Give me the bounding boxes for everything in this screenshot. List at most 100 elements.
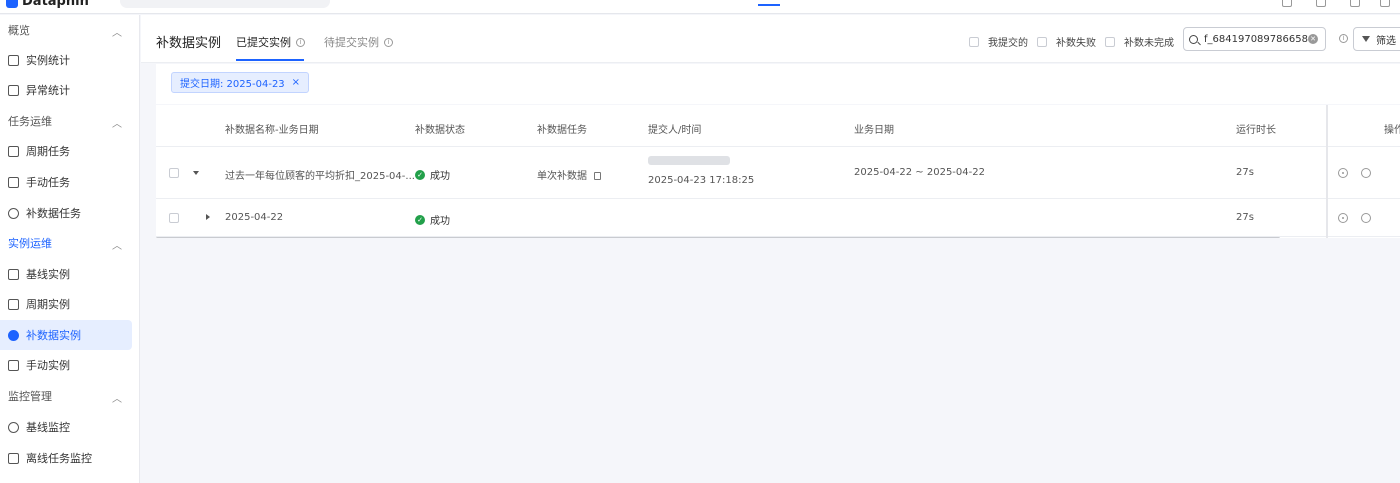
info-icon[interactable]: i (384, 37, 393, 47)
sidebar-group-overview[interactable]: 概览 ︿ (0, 15, 140, 45)
notification-icon[interactable] (1316, 0, 1326, 7)
row-checkbox[interactable] (169, 213, 179, 223)
project-selector[interactable] (120, 0, 330, 8)
sidebar-item-manual-instances[interactable]: 手动实例 (0, 350, 132, 380)
submit-date-filter-tag[interactable]: 提交日期: 2025-04-23 × (171, 72, 310, 93)
help-icon[interactable] (1282, 0, 1292, 7)
expand-caret-icon[interactable] (193, 171, 199, 175)
tab-submitted-instances[interactable]: 已提交实例 i (236, 34, 305, 50)
sidebar-item-label: 周期实例 (26, 298, 70, 311)
stop-action-icon[interactable] (1338, 168, 1348, 178)
backfill-name[interactable]: 过去一年每位顾客的平均折扣_2025-04-... (225, 167, 415, 182)
sidebar-item-instance-stats[interactable]: 实例统计 (0, 45, 132, 75)
column-header-duration: 运行时长 (1236, 125, 1276, 136)
top-bar: Dataphin (0, 0, 1400, 14)
sidebar-group-label: 任务运维 (8, 115, 52, 128)
submit-time: 2025-04-23 17:18:25 (648, 175, 755, 186)
document-icon[interactable] (594, 172, 601, 180)
cycle-icon (8, 298, 19, 310)
backfill-icon (8, 207, 19, 219)
row-checkbox[interactable] (169, 168, 179, 178)
filter-backfill-incomplete[interactable]: 补数未完成 (1105, 34, 1174, 49)
active-tab-indicator (236, 59, 304, 61)
sidebar-item-label: 补数据实例 (26, 329, 81, 342)
offline-monitor-icon (8, 452, 19, 464)
filter-backfill-failed[interactable]: 补数失败 (1037, 34, 1096, 49)
info-icon[interactable]: i (296, 37, 305, 47)
main-header: 补数据实例 已提交实例 i 待提交实例 i 我提交的 补数失败 补数未完成 ✕ … (141, 15, 1400, 63)
manual-icon (8, 176, 19, 188)
sidebar-group-instance-ops[interactable]: 实例运维 ︿ (0, 228, 140, 258)
sidebar-item-backfill-instances[interactable]: 补数据实例 (0, 320, 132, 350)
top-nav-item-1[interactable] (666, 0, 688, 6)
sidebar-group-task-ops[interactable]: 任务运维 ︿ (0, 106, 140, 136)
sidebar-item-backfill-tasks[interactable]: 补数据任务 (0, 198, 132, 228)
chevron-up-icon: ︿ (112, 119, 122, 130)
rerun-action-icon[interactable] (1361, 168, 1371, 178)
table-row: 2025-04-22 ✓ 成功 27s (156, 199, 1400, 237)
expand-caret-icon[interactable] (206, 214, 210, 220)
biz-date-range: 2025-04-22 ~ 2025-04-22 (854, 167, 985, 178)
filter-my-submissions[interactable]: 我提交的 (969, 34, 1028, 49)
tab-label: 待提交实例 (324, 36, 379, 49)
sidebar-item-cycle-instances[interactable]: 周期实例 (0, 289, 132, 319)
sidebar-group-label: 实例运维 (8, 237, 52, 250)
column-header-submitter: 提交人/时间 (648, 125, 702, 136)
sidebar-item-label: 基线监控 (26, 421, 70, 434)
sidebar-item-exception-stats[interactable]: 异常统计 (0, 75, 132, 105)
backfill-instance-table: 补数据名称-业务日期 补数据状态 补数据任务 提交人/时间 业务日期 运行时长 … (156, 105, 1400, 240)
sidebar-group-label: 概览 (8, 24, 30, 37)
chevron-up-icon: ︿ (112, 394, 122, 405)
search-info-icon[interactable]: i (1339, 34, 1348, 43)
rerun-action-icon[interactable] (1361, 213, 1371, 223)
page-title: 补数据实例 (156, 36, 222, 51)
top-nav-item-active[interactable] (758, 0, 780, 6)
column-header-name: 补数据名称-业务日期 (225, 125, 319, 136)
checkbox-label: 我提交的 (988, 38, 1028, 49)
clear-icon[interactable]: ✕ (1308, 34, 1318, 44)
column-header-actions: 操作 (1384, 125, 1400, 136)
filter-icon (1362, 36, 1370, 42)
tab-label: 已提交实例 (236, 36, 291, 49)
user-icon[interactable] (1380, 0, 1390, 7)
cycle-icon (8, 145, 19, 157)
baseline-icon (8, 268, 19, 280)
task-label: 单次补数据 (537, 171, 587, 182)
backfill-name[interactable]: 2025-04-22 (225, 212, 283, 223)
tab-pending-instances[interactable]: 待提交实例 i (324, 34, 393, 50)
column-header-biz-date: 业务日期 (854, 125, 894, 136)
run-duration: 27s (1236, 212, 1254, 223)
checkbox-label: 补数失败 (1056, 38, 1096, 49)
sidebar-group-monitoring[interactable]: 监控管理 ︿ (0, 381, 140, 411)
filter-button[interactable]: 筛选 (1353, 27, 1400, 51)
sidebar-item-label: 异常统计 (26, 84, 70, 97)
chevron-up-icon: ︿ (112, 241, 122, 252)
brand-name: Dataphin (22, 0, 89, 9)
sidebar: 概览 ︿ 实例统计 异常统计 任务运维 ︿ 周期任务 手动任务 补数据任务 实例… (0, 15, 140, 483)
column-header-status: 补数据状态 (415, 125, 465, 136)
status-badge: ✓ 成功 (415, 212, 450, 227)
top-nav-item-2[interactable] (712, 0, 734, 6)
sidebar-item-manual-tasks[interactable]: 手动任务 (0, 167, 132, 197)
stop-action-icon[interactable] (1338, 213, 1348, 223)
search-input[interactable] (1204, 33, 1308, 45)
close-icon[interactable]: × (292, 77, 300, 88)
sidebar-group-label: 监控管理 (8, 390, 52, 403)
sidebar-item-baseline-monitor[interactable]: 基线监控 (0, 412, 132, 442)
checkbox[interactable] (969, 36, 979, 47)
column-header-task: 补数据任务 (537, 125, 587, 136)
sidebar-item-cycle-tasks[interactable]: 周期任务 (0, 136, 132, 166)
chevron-up-icon: ︿ (112, 28, 122, 39)
checkbox[interactable] (1105, 36, 1115, 47)
checkbox[interactable] (1037, 36, 1047, 47)
sidebar-item-label: 离线任务监控 (26, 452, 92, 465)
sidebar-item-baseline-instances[interactable]: 基线实例 (0, 259, 132, 289)
search-box[interactable]: ✕ (1183, 27, 1326, 51)
sidebar-item-offline-monitor[interactable]: 离线任务监控 (0, 443, 132, 473)
sidebar-item-label: 手动实例 (26, 359, 70, 372)
table-row: 过去一年每位顾客的平均折扣_2025-04-... ✓ 成功 单次补数据 202… (156, 147, 1400, 199)
alert-icon (8, 84, 19, 96)
backfill-icon (8, 329, 19, 341)
sidebar-item-label: 补数据任务 (26, 207, 81, 220)
settings-icon[interactable] (1350, 0, 1360, 7)
